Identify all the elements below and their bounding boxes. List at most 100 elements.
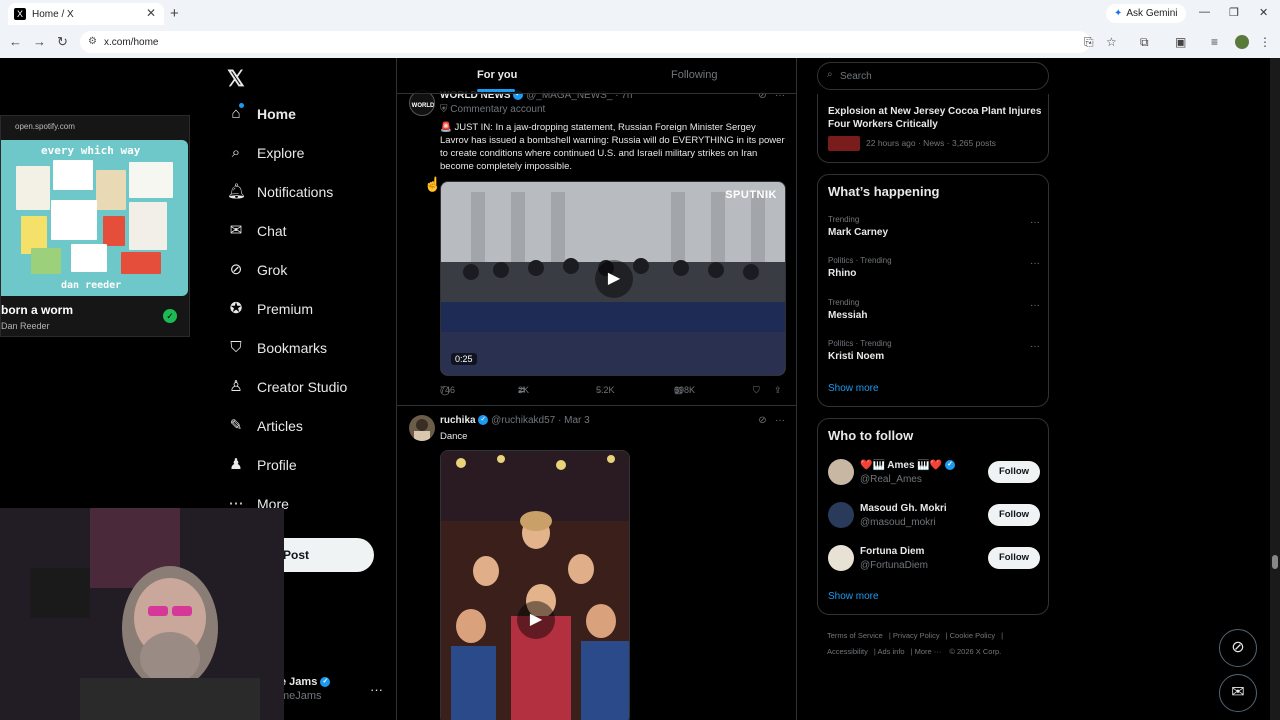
post-video[interactable]: SPUTNIK ▶ 0:25 bbox=[440, 181, 786, 376]
post-video[interactable]: ▶ bbox=[440, 450, 630, 720]
nav-profile[interactable]: ♟ Profile bbox=[227, 456, 296, 474]
follow-suggestion[interactable]: Fortuna Diem @FortunaDiem Follow bbox=[828, 545, 1040, 575]
author-name[interactable]: ruchika bbox=[440, 415, 476, 426]
show-more-link[interactable]: Show more bbox=[828, 383, 879, 394]
install-app-icon[interactable]: ⎘ bbox=[1084, 35, 1094, 50]
search-input[interactable]: ⌕ Search bbox=[817, 62, 1049, 90]
footer-link[interactable]: More ··· bbox=[915, 647, 942, 656]
follow-suggestion[interactable]: Masoud Gh. Mokri @masoud_mokri Follow bbox=[828, 502, 1040, 532]
trend-more-icon[interactable]: ··· bbox=[1030, 300, 1040, 311]
nav-bookmarks[interactable]: ⛉ Bookmarks bbox=[227, 339, 327, 357]
messages-fab-icon[interactable]: ✉ bbox=[1219, 674, 1257, 712]
nav-articles[interactable]: ✎ Articles bbox=[227, 417, 303, 435]
trend-more-icon[interactable]: ··· bbox=[1030, 258, 1040, 269]
tab-for-you[interactable]: For you bbox=[477, 69, 517, 81]
follow-button[interactable]: Follow bbox=[988, 504, 1040, 526]
bookmark-post-icon[interactable]: ⛉ bbox=[753, 385, 760, 396]
nav-home[interactable]: ⌂ Home bbox=[227, 103, 296, 123]
post-button[interactable]: Post bbox=[283, 538, 374, 572]
follow-suggestion[interactable]: ❤️🎹 Ames 🎹❤️ ✓ @Real_Ames Follow bbox=[828, 459, 1040, 489]
trend-more-icon[interactable]: ··· bbox=[1030, 341, 1040, 352]
x-logo-icon[interactable]: 𝕏 bbox=[227, 66, 245, 92]
trend-item[interactable]: Trending Mark Carney ··· bbox=[828, 215, 1040, 238]
trend-name: Rhino bbox=[828, 268, 857, 279]
extensions-icon[interactable]: ⧉ bbox=[1140, 35, 1149, 50]
site-info-icon[interactable]: ⚙ bbox=[88, 36, 97, 47]
author-handle[interactable]: @ruchikakd57 bbox=[491, 415, 555, 426]
gemini-sparkle-icon: ✦ bbox=[1114, 8, 1123, 19]
follow-button[interactable]: Follow bbox=[988, 547, 1040, 569]
footer-link[interactable]: Terms of Service bbox=[827, 631, 883, 640]
account-switcher[interactable]: e Jams ✓ meJams bbox=[280, 676, 331, 702]
nav-creator-studio[interactable]: ♙ Creator Studio bbox=[227, 378, 347, 396]
verified-badge-icon: ✓ bbox=[478, 415, 489, 426]
browser-tab[interactable]: X Home / X ✕ bbox=[8, 3, 164, 25]
restore-icon[interactable]: ❐ bbox=[1229, 6, 1239, 19]
footer-links: Terms of Service | Privacy Policy | Cookie… bbox=[827, 631, 1004, 656]
nav-notifications[interactable]: 🔔︎ Notifications bbox=[227, 183, 333, 201]
feed-tabs: For you Following bbox=[397, 58, 796, 94]
nav-premium[interactable]: ✪ Premium bbox=[227, 300, 313, 318]
close-tab-icon[interactable]: ✕ bbox=[146, 6, 156, 20]
trend-item[interactable]: Politics · Trending Kristi Noem ··· bbox=[828, 339, 1040, 362]
mouse-cursor-icon: ☝ bbox=[424, 176, 442, 192]
show-more-link[interactable]: Show more bbox=[828, 591, 879, 602]
footer-link[interactable]: Accessibility bbox=[827, 647, 868, 656]
trend-category: Trending bbox=[828, 298, 860, 307]
creator-icon: ♙ bbox=[229, 378, 243, 395]
media-control-icon[interactable]: ≡ bbox=[1211, 35, 1218, 49]
back-icon[interactable]: ← bbox=[9, 34, 22, 49]
avatar[interactable] bbox=[828, 502, 854, 528]
verified-badge-icon: ✓ bbox=[945, 460, 956, 471]
trend-item[interactable]: Politics · Trending Rhino ··· bbox=[828, 256, 1040, 279]
forward-icon[interactable]: → bbox=[33, 34, 46, 49]
ask-gemini-label: Ask Gemini bbox=[1126, 8, 1178, 19]
nav-explore[interactable]: ⌕ Explore bbox=[227, 144, 305, 162]
play-icon[interactable]: ▶ bbox=[517, 601, 555, 639]
menu-icon[interactable]: ⋮ bbox=[1259, 35, 1271, 49]
minimize-icon[interactable]: — bbox=[1199, 6, 1210, 18]
footer-link[interactable]: Ads info bbox=[877, 647, 904, 656]
suggested-handle: @Real_Ames bbox=[860, 474, 922, 485]
profile-avatar[interactable] bbox=[1235, 35, 1249, 49]
ask-gemini-button[interactable]: ✦ Ask Gemini bbox=[1106, 4, 1186, 23]
footer-link[interactable]: Privacy Policy bbox=[893, 631, 940, 640]
account-label: Commentary account bbox=[450, 104, 546, 115]
nav-label: Bookmarks bbox=[257, 340, 328, 356]
section-title: Who to follow bbox=[828, 428, 914, 443]
split-view-icon[interactable]: ▣ bbox=[1175, 35, 1186, 49]
close-window-icon[interactable]: ✕ bbox=[1259, 6, 1268, 19]
grok-post-icon[interactable]: ⊘ ··· bbox=[758, 415, 785, 426]
bookmark-star-icon[interactable]: ☆ bbox=[1106, 35, 1117, 49]
trend-category: Trending bbox=[828, 215, 860, 224]
scrollbar-thumb[interactable] bbox=[1272, 555, 1278, 569]
browser-chrome: X Home / X ✕ + ✦ Ask Gemini — ❐ ✕ ← → ↻ … bbox=[0, 0, 1280, 58]
bookmark-icon: ⛉ bbox=[230, 339, 242, 356]
avatar[interactable] bbox=[828, 459, 854, 485]
nav-label: Chat bbox=[257, 223, 287, 239]
trend-name: Kristi Noem bbox=[828, 351, 885, 362]
commentary-label: ⛨ Commentary account bbox=[440, 104, 545, 115]
nav-chat[interactable]: ✉ Chat bbox=[227, 222, 287, 240]
post-time[interactable]: Mar 3 bbox=[564, 415, 590, 426]
account-more-icon[interactable]: ··· bbox=[370, 682, 383, 697]
share-icon[interactable]: ⇪ bbox=[774, 385, 782, 396]
play-icon[interactable]: ▶ bbox=[595, 260, 633, 298]
reload-icon[interactable]: ↻ bbox=[57, 34, 68, 50]
footer-link[interactable]: Cookie Policy bbox=[950, 631, 995, 640]
trend-more-icon[interactable]: ··· bbox=[1030, 217, 1040, 228]
suggested-handle: @masoud_mokri bbox=[860, 517, 936, 528]
nav-grok[interactable]: ⊘ Grok bbox=[227, 261, 288, 279]
avatar[interactable] bbox=[828, 545, 854, 571]
news-card[interactable]: Explosion at New Jersey Cocoa Plant Inju… bbox=[817, 94, 1049, 163]
trend-item[interactable]: Trending Messiah ··· bbox=[828, 298, 1040, 321]
new-tab-icon[interactable]: + bbox=[170, 5, 179, 22]
avatar[interactable] bbox=[409, 415, 435, 441]
tab-following[interactable]: Following bbox=[671, 69, 717, 81]
saved-check-icon[interactable]: ✓ bbox=[163, 309, 177, 323]
follow-button[interactable]: Follow bbox=[988, 461, 1040, 483]
scrollbar[interactable] bbox=[1270, 58, 1280, 720]
address-bar[interactable]: ⚙ x.com/home bbox=[80, 31, 1090, 53]
trend-name: Messiah bbox=[828, 310, 868, 321]
grok-fab-icon[interactable]: ⊘ bbox=[1219, 629, 1257, 667]
